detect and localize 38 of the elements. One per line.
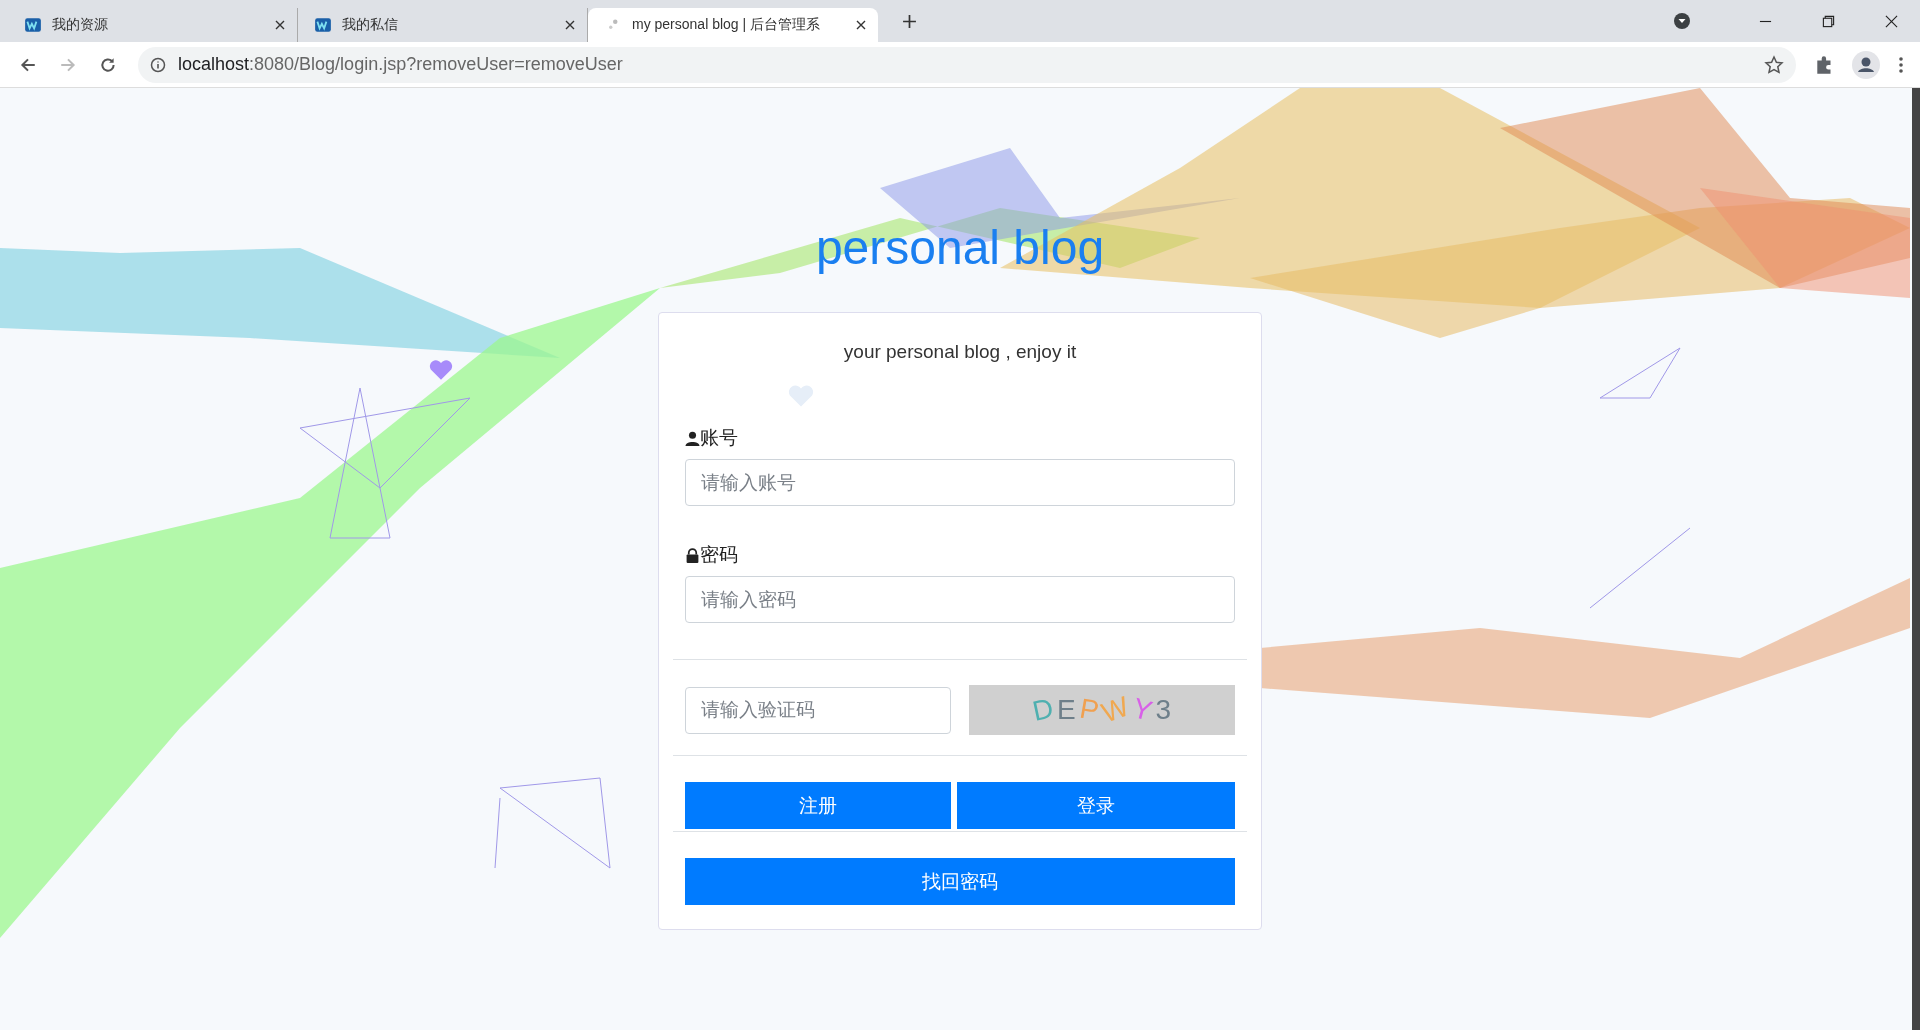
new-tab-icon[interactable] (902, 13, 917, 29)
close-icon[interactable] (275, 20, 285, 30)
heart-icon (787, 383, 815, 408)
action-button[interactable]: 注册 (685, 782, 951, 829)
tab-title: 我的私信 (342, 16, 399, 34)
field-label: 密码 (700, 543, 738, 567)
tab-search-icon[interactable] (1673, 12, 1691, 30)
input-field[interactable]: 请输入密码 (685, 576, 1235, 623)
site-logo-icon (24, 16, 42, 34)
scrollbar[interactable] (1912, 88, 1920, 1030)
heart-icon (428, 358, 454, 381)
tab-title: my personal blog | 后台管理系 (632, 16, 822, 34)
bookmark-star-icon[interactable] (1764, 54, 1784, 75)
captcha-character: E (1057, 694, 1076, 726)
subtitle: your personal blog , enjoy it (842, 341, 1078, 363)
recover-password-button[interactable]: 找回密码 (685, 858, 1235, 905)
captcha-character: 3 (1155, 694, 1172, 726)
url-text: localhost:8080/Blog/login.jsp?removeUser=removeUser (178, 54, 623, 75)
input-field[interactable]: 请输入账号 (685, 459, 1235, 506)
captcha-input-field[interactable]: 请输入验证码 (685, 686, 951, 734)
reload-icon[interactable] (99, 55, 117, 74)
info-icon[interactable] (150, 56, 166, 73)
close-icon[interactable] (856, 20, 866, 30)
profile-avatar-icon[interactable] (1852, 50, 1880, 79)
tab-title: 我的资源 (52, 16, 109, 34)
field-label: 账号 (700, 426, 738, 450)
close-icon[interactable] (565, 20, 575, 30)
action-button[interactable]: 登录 (957, 782, 1235, 829)
site-logo-icon (314, 16, 332, 34)
browser-tab[interactable]: my personal blog | 后台管理系 (588, 8, 878, 42)
captcha-character: D (1029, 692, 1057, 728)
user-icon (685, 430, 700, 446)
menu-icon[interactable] (1898, 54, 1904, 75)
address-bar[interactable]: localhost:8080/Blog/login.jsp?removeUser=removeUser (138, 46, 1796, 83)
close-icon[interactable] (1885, 14, 1898, 28)
site-title: personal blog (815, 224, 1105, 272)
restore-icon[interactable] (1822, 14, 1835, 28)
lock-icon (685, 547, 700, 563)
